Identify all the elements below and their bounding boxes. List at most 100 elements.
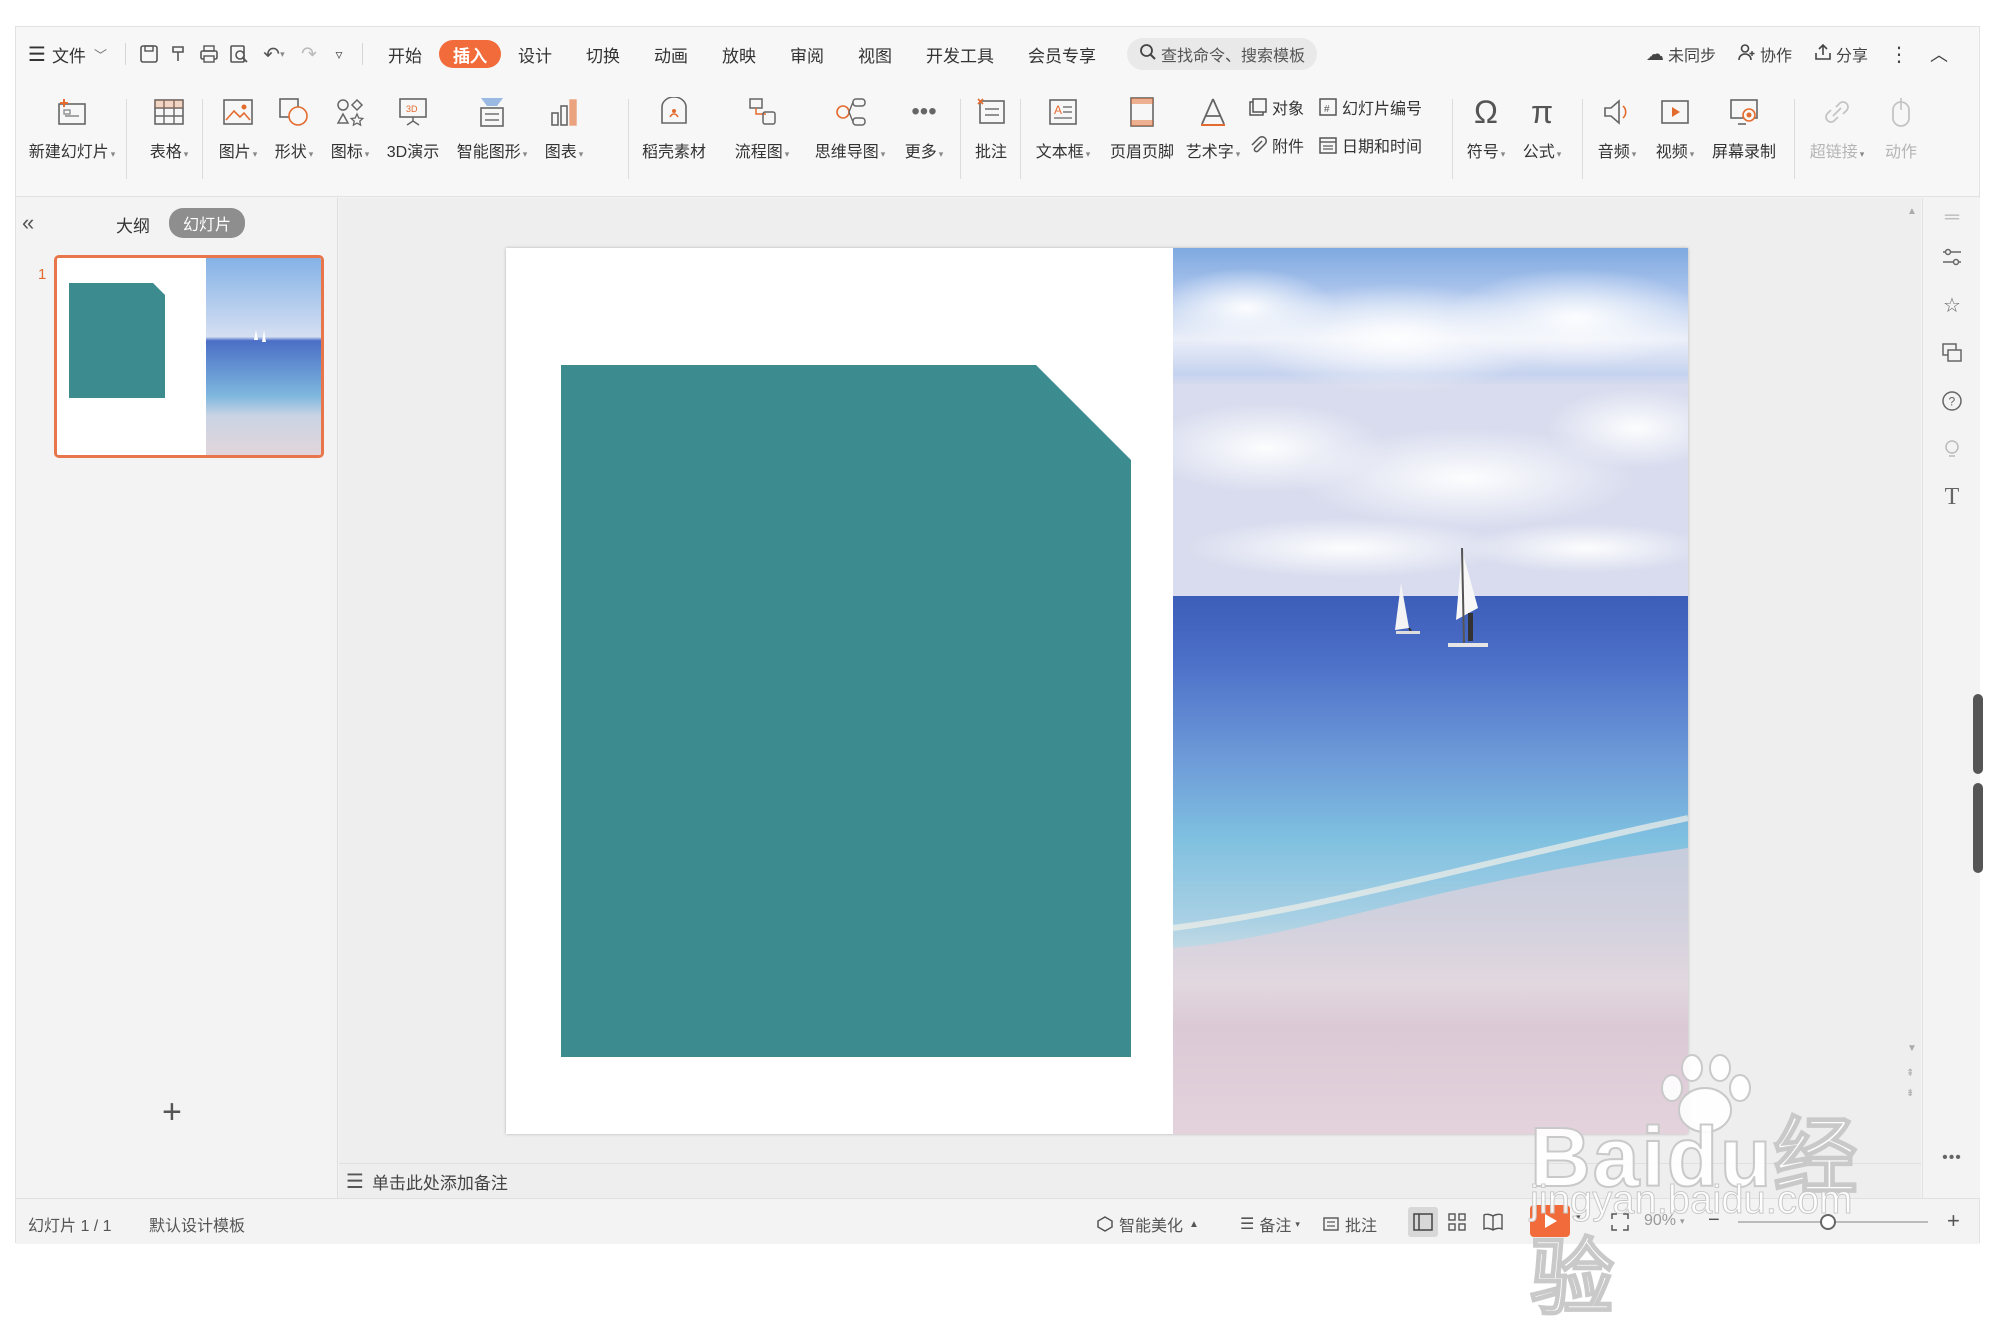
share-button[interactable]: 分享 [1803, 42, 1879, 66]
smartart-button[interactable]: 智能图形 ▾ [450, 89, 534, 162]
reading-view-icon[interactable] [1482, 1212, 1504, 1232]
symbol-button[interactable]: Ω 符号 ▾ [1462, 89, 1510, 162]
comment-button[interactable]: 批注 [970, 89, 1012, 162]
caret-up-icon: ▲ [1189, 1218, 1199, 1230]
zoom-in-icon[interactable]: + [1947, 1208, 1960, 1234]
screen-record-button[interactable]: 屏幕录制 [1708, 89, 1780, 162]
chart-button[interactable]: 图表 ▾ [538, 89, 590, 162]
vertical-scrollbar[interactable]: ▲ ▼ ⇞ ⇟ [1901, 198, 1919, 1158]
text-format-icon[interactable]: T [1937, 482, 1967, 512]
command-search-box[interactable]: 查找命令、搜索模板 [1126, 38, 1317, 70]
audio-button[interactable]: 音频 ▾ [1592, 89, 1642, 162]
comments-toggle-button[interactable]: 批注 [1322, 1212, 1377, 1236]
lightbulb-icon[interactable] [1937, 434, 1967, 464]
tab-insert[interactable]: 插入 [438, 40, 501, 68]
more-options-icon[interactable]: ⋮ [1879, 42, 1919, 67]
icon-label: 图标 [330, 144, 363, 161]
customize-quick-access-icon[interactable]: ▿ [324, 38, 354, 70]
print-preview-icon[interactable] [224, 38, 254, 70]
slide-sorter-view-icon[interactable] [1447, 1212, 1467, 1232]
beach-photo [1146, 248, 1688, 1134]
add-slide-icon[interactable]: + [162, 1093, 182, 1132]
tab-outline[interactable]: 大纲 [116, 212, 150, 237]
wordart-button[interactable]: 艺术字 ▾ [1182, 89, 1244, 162]
format-painter-icon[interactable] [164, 38, 194, 70]
materials-icon [634, 89, 714, 135]
textbox-button[interactable]: A 文本框 ▾ [1030, 89, 1096, 162]
file-menu[interactable]: ☰ 文件 ﹀ [16, 38, 117, 70]
sync-status-button[interactable]: ☁ 未同步 [1635, 42, 1727, 66]
slide-transition-icon[interactable] [1937, 338, 1967, 368]
drag-handle-icon[interactable]: ═ [1937, 202, 1967, 232]
next-slide-icon[interactable]: ⇟ [1906, 1088, 1914, 1099]
ribbon-divider [628, 99, 629, 179]
notes-pane[interactable]: ☰ 单击此处添加备注 [339, 1163, 1921, 1198]
side-handle[interactable] [1973, 783, 1983, 873]
video-button[interactable]: 视频 ▾ [1650, 89, 1700, 162]
collapse-panel-icon[interactable]: « [22, 210, 34, 236]
tab-slideshow[interactable]: 放映 [705, 38, 773, 70]
shape-button[interactable]: 形状 ▾ [268, 89, 320, 162]
omega-icon: Ω [1474, 93, 1498, 130]
tab-design[interactable]: 设计 [501, 38, 569, 70]
help-icon[interactable]: ? [1937, 386, 1967, 416]
header-footer-button[interactable]: 页眉页脚 [1106, 89, 1178, 162]
ribbon-divider [960, 99, 961, 179]
fit-to-window-icon[interactable] [1610, 1212, 1630, 1232]
adjust-settings-icon[interactable] [1937, 242, 1967, 272]
undo-icon[interactable]: ↶ ▾ [254, 38, 294, 70]
slide-number-button[interactable]: # 幻灯片编号 [1318, 95, 1422, 119]
scroll-down-icon[interactable]: ▼ [1907, 1043, 1917, 1054]
save-icon[interactable] [134, 38, 164, 70]
date-time-button[interactable]: 日期和时间 [1318, 133, 1422, 157]
header-footer-icon [1106, 89, 1178, 135]
more-button[interactable]: ••• 更多 ▾ [898, 89, 950, 162]
smart-beautify-button[interactable]: 智能美化 ▲ [1096, 1212, 1199, 1236]
print-icon[interactable] [194, 38, 224, 70]
mindmap-button[interactable]: 思维导图 ▾ [808, 89, 892, 162]
flowchart-button[interactable]: 流程图 ▾ [722, 89, 802, 162]
notes-toggle-button[interactable]: ☰ 备注 ▾ [1240, 1212, 1300, 1236]
tab-animations[interactable]: 动画 [637, 38, 705, 70]
scroll-up-icon[interactable]: ▲ [1907, 206, 1917, 217]
normal-view-icon[interactable] [1408, 1207, 1438, 1237]
object-button[interactable]: 对象 [1248, 95, 1304, 119]
table-button[interactable]: 表格 ▾ [144, 89, 194, 162]
tab-home[interactable]: 开始 [371, 38, 439, 70]
template-name[interactable]: 默认设计模板 [149, 1212, 245, 1236]
side-handle[interactable] [1973, 694, 1983, 774]
previous-slide-icon[interactable]: ⇞ [1906, 1068, 1914, 1079]
tab-review[interactable]: 审阅 [773, 38, 841, 70]
picture-button[interactable]: 图片 ▾ [212, 89, 264, 162]
play-options-icon[interactable]: ▾ [1576, 1212, 1581, 1223]
current-slide[interactable] [506, 248, 1688, 1134]
hyperlink-button[interactable]: 超链接 ▾ [1804, 89, 1870, 162]
tab-slides[interactable]: 幻灯片 [169, 208, 246, 238]
collaborate-button[interactable]: 协作 [1727, 42, 1803, 66]
redo-icon[interactable]: ↷ [294, 38, 324, 70]
slide-thumbnail[interactable] [54, 255, 324, 458]
attachment-button[interactable]: 附件 [1248, 133, 1304, 157]
tab-member[interactable]: 会员专享 [1011, 38, 1113, 70]
collapse-ribbon-icon[interactable]: ︿ [1919, 41, 1959, 67]
tab-view[interactable]: 视图 [841, 38, 909, 70]
play-slideshow-button[interactable] [1530, 1205, 1570, 1237]
zoom-level[interactable]: 90% ▾ [1644, 1212, 1685, 1230]
slide-number-label: 幻灯片编号 [1342, 101, 1423, 118]
tab-developer[interactable]: 开发工具 [909, 38, 1011, 70]
teal-snip-corner-rectangle[interactable] [561, 365, 1131, 1057]
icon-button[interactable]: 图标 ▾ [324, 89, 376, 162]
star-effects-icon[interactable]: ☆ [1937, 290, 1967, 320]
search-placeholder: 查找命令、搜索模板 [1160, 48, 1305, 65]
action-button[interactable]: 动作 [1876, 89, 1926, 162]
video-icon [1650, 89, 1700, 135]
3d-demo-button[interactable]: 3D 3D演示 [380, 89, 446, 162]
tab-transitions[interactable]: 切换 [569, 38, 637, 70]
new-slide-button[interactable]: 新建幻灯片 ▾ [26, 89, 118, 162]
materials-button[interactable]: 稻壳素材 [634, 89, 714, 162]
zoom-out-icon[interactable]: − [1708, 1209, 1720, 1232]
chevron-down-icon: ﹀ [93, 47, 107, 63]
formula-button[interactable]: π 公式 ▾ [1518, 89, 1566, 162]
zoom-slider-thumb[interactable] [1820, 1214, 1836, 1230]
more-tools-icon[interactable]: ••• [1937, 1143, 1967, 1173]
